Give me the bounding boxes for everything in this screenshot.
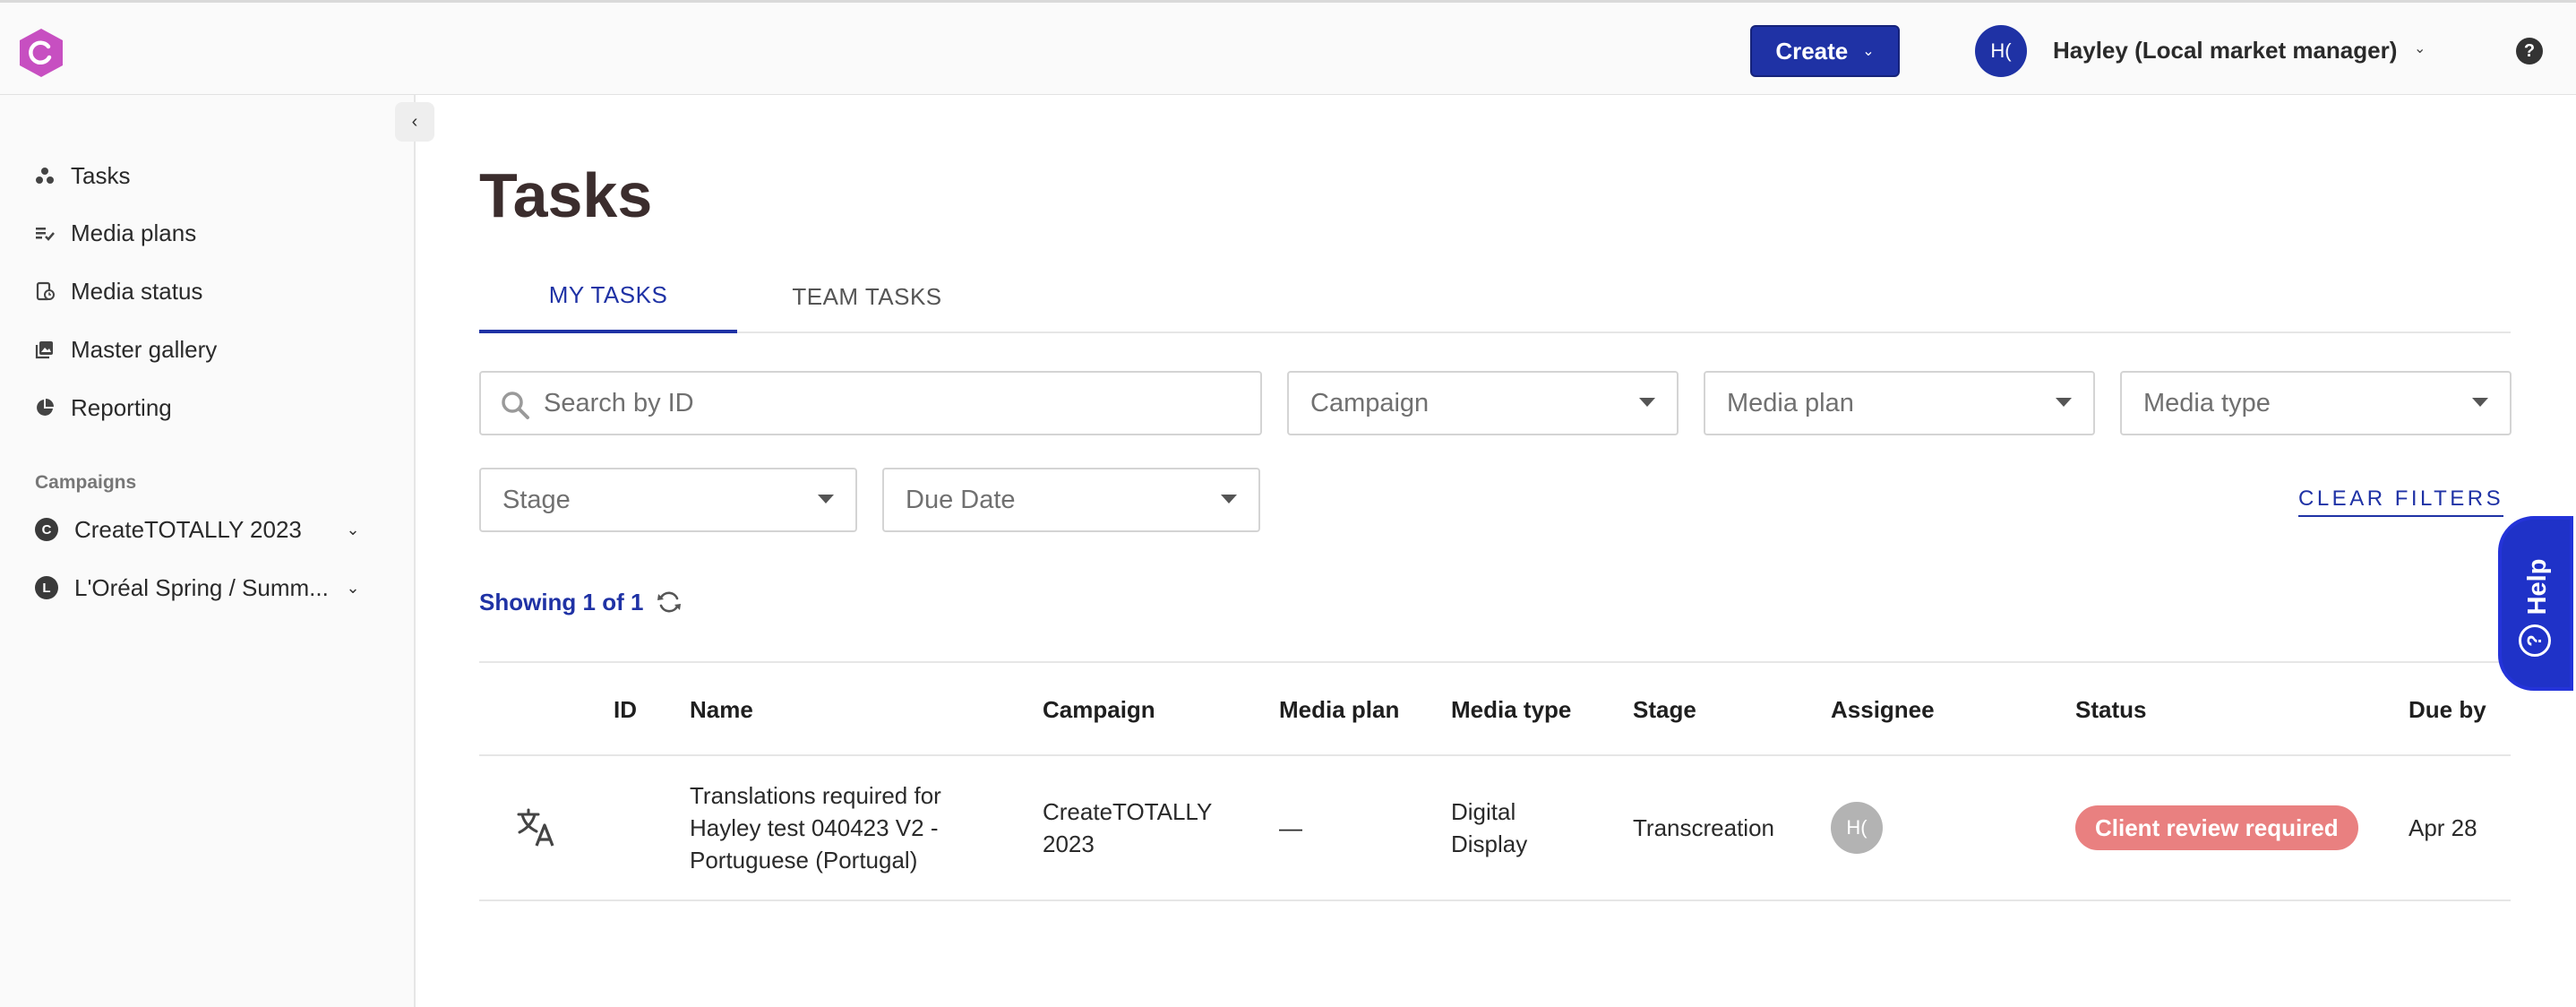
- sidebar-item-label: Master gallery: [71, 335, 218, 363]
- avatar[interactable]: H(: [1831, 802, 1883, 854]
- search-placeholder: Search by ID: [544, 388, 694, 417]
- dropdown-arrow-icon: [818, 495, 834, 504]
- table-row[interactable]: Translations required for Hayley test 04…: [479, 756, 2511, 901]
- sidebar-item-label: Media status: [71, 277, 203, 305]
- sidebar-campaign-createtotally[interactable]: C CreateTOTALLY 2023 ⌄: [35, 512, 366, 547]
- campaign-label: L'Oréal Spring / Summ...: [74, 573, 329, 601]
- user-menu-chevron-icon[interactable]: ⌄: [2414, 39, 2426, 57]
- clear-filters-button[interactable]: CLEAR FILTERS: [2298, 486, 2504, 517]
- reporting-icon: [35, 398, 55, 417]
- chevron-down-icon: ⌄: [1862, 44, 1875, 59]
- refresh-icon[interactable]: [655, 588, 683, 616]
- due-date-select-label: Due Date: [906, 485, 1016, 514]
- sidebar-campaign-loreal[interactable]: L L'Oréal Spring / Summ... ⌄: [35, 570, 366, 606]
- media-plans-icon: [35, 223, 55, 243]
- sidebar-item-label: Tasks: [71, 161, 131, 189]
- table-header-row: ID Name Campaign Media plan Media type S…: [479, 661, 2511, 756]
- dropdown-arrow-icon: [1639, 398, 1655, 407]
- chevron-down-icon[interactable]: ⌄: [339, 521, 366, 539]
- column-header-status[interactable]: Status: [2075, 663, 2146, 756]
- sidebar-item-label: Media plans: [71, 219, 197, 246]
- help-icon[interactable]: ?: [2516, 38, 2543, 65]
- column-header-campaign[interactable]: Campaign: [1043, 663, 1155, 756]
- campaign-badge: L: [35, 576, 58, 599]
- question-mark-icon: ?: [2519, 624, 2551, 657]
- campaigns-section-label: Campaigns: [35, 472, 137, 493]
- cell-due-by: Apr 28: [2409, 814, 2477, 841]
- collapse-sidebar-button[interactable]: ‹: [395, 102, 434, 142]
- user-name[interactable]: Hayley (Local market manager): [2053, 37, 2397, 65]
- results-count: Showing 1 of 1: [479, 589, 644, 615]
- sidebar-item-reporting[interactable]: Reporting: [35, 390, 172, 426]
- campaign-select-label: Campaign: [1310, 388, 1430, 417]
- cell-media-plan: —: [1279, 814, 1302, 841]
- tasks-table: ID Name Campaign Media plan Media type S…: [479, 661, 2511, 901]
- cell-assignee: H(: [1831, 756, 1883, 899]
- search-icon: [502, 392, 529, 419]
- stage-select[interactable]: Stage: [479, 468, 857, 532]
- stage-select-label: Stage: [502, 485, 571, 514]
- cell-stage: Transcreation: [1633, 814, 1774, 841]
- chevron-down-icon[interactable]: ⌄: [339, 579, 366, 598]
- create-button[interactable]: Create ⌄: [1750, 25, 1900, 77]
- translate-icon: [517, 808, 554, 847]
- help-widget-label: Help: [2522, 558, 2552, 615]
- media-plan-select-label: Media plan: [1727, 388, 1854, 417]
- dropdown-arrow-icon: [2472, 398, 2488, 407]
- column-header-name[interactable]: Name: [690, 663, 753, 756]
- sidebar-item-media-status[interactable]: Media status: [35, 273, 202, 309]
- dropdown-arrow-icon: [1221, 495, 1237, 504]
- search-input[interactable]: Search by ID: [479, 371, 1262, 435]
- media-type-select-label: Media type: [2143, 388, 2271, 417]
- create-button-label: Create: [1775, 37, 1849, 65]
- gallery-icon: [35, 340, 55, 359]
- column-header-assignee[interactable]: Assignee: [1831, 663, 1935, 756]
- sidebar-item-tasks[interactable]: Tasks: [35, 158, 130, 194]
- sidebar-item-label: Reporting: [71, 393, 172, 421]
- cell-media-type: Digital Display: [1451, 798, 1528, 857]
- media-plan-select[interactable]: Media plan: [1704, 371, 2095, 435]
- sidebar-item-master-gallery[interactable]: Master gallery: [35, 331, 217, 367]
- column-header-media-type[interactable]: Media type: [1451, 663, 1571, 756]
- chevron-left-icon: ‹: [411, 111, 418, 132]
- sidebar-item-media-plans[interactable]: Media plans: [35, 215, 196, 251]
- column-header-due-by[interactable]: Due by: [2409, 663, 2486, 756]
- media-type-select[interactable]: Media type: [2120, 371, 2512, 435]
- user-avatar[interactable]: H(: [1975, 25, 2027, 77]
- media-status-icon: [35, 281, 55, 301]
- column-header-id[interactable]: ID: [614, 663, 637, 756]
- tab-bar: MY TASKS TEAM TASKS: [479, 260, 2511, 333]
- dropdown-arrow-icon: [2056, 398, 2072, 407]
- column-header-stage[interactable]: Stage: [1633, 663, 1696, 756]
- top-bar: Create ⌄ H( Hayley (Local market manager…: [0, 0, 2576, 95]
- due-date-select[interactable]: Due Date: [882, 468, 1260, 532]
- tab-team-tasks[interactable]: TEAM TASKS: [737, 260, 997, 333]
- campaign-select[interactable]: Campaign: [1287, 371, 1679, 435]
- campaign-badge: C: [35, 518, 58, 541]
- campaign-label: CreateTOTALLY 2023: [74, 515, 302, 543]
- cell-status: Client review required: [2075, 756, 2358, 899]
- app-logo-icon[interactable]: [15, 27, 67, 79]
- cell-name[interactable]: Translations required for Hayley test 04…: [690, 756, 994, 899]
- tab-my-tasks[interactable]: MY TASKS: [479, 260, 737, 333]
- status-badge: Client review required: [2075, 805, 2358, 850]
- tasks-icon: [35, 166, 55, 185]
- cell-campaign: CreateTOTALLY 2023: [1043, 798, 1212, 857]
- column-header-media-plan[interactable]: Media plan: [1279, 663, 1399, 756]
- page-title: Tasks: [479, 160, 653, 230]
